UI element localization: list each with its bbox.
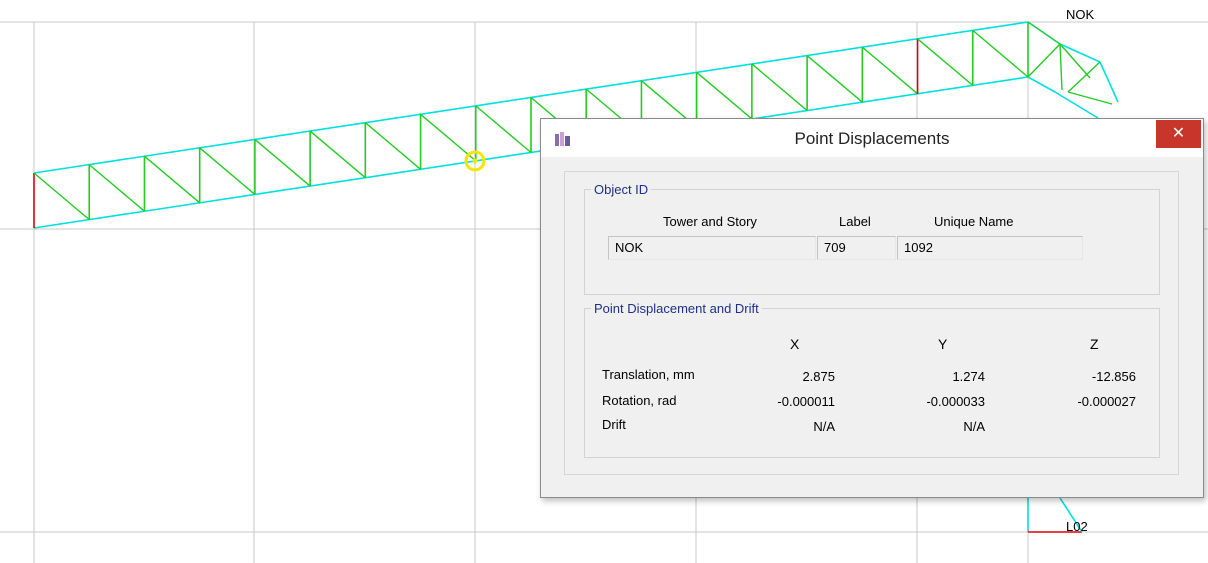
side-chord[interactable]: [1059, 43, 1101, 63]
truss-diagonal[interactable]: [806, 55, 863, 103]
header-unique-name: Unique Name: [934, 214, 1014, 229]
truss-diagonal[interactable]: [696, 71, 753, 120]
translation-z-value: -12.856: [1091, 369, 1136, 384]
truss-diagonal[interactable]: [33, 172, 90, 221]
header-label: Label: [839, 214, 871, 229]
row-label-drift: Drift: [602, 417, 626, 432]
side-web[interactable]: [1059, 43, 1091, 79]
displacement-legend: Point Displacement and Drift: [594, 301, 759, 316]
story-label-bottom: L02: [1066, 519, 1088, 534]
dialog-client-area: Object ID Tower and Story Label Unique N…: [564, 171, 1179, 475]
truss-diagonal[interactable]: [972, 29, 1029, 78]
side-web[interactable]: [1027, 21, 1061, 45]
truss-diagonal[interactable]: [309, 130, 366, 179]
drift-y-value: N/A: [963, 419, 985, 434]
header-tower-story: Tower and Story: [663, 214, 757, 229]
axis-y-header: Y: [938, 336, 948, 352]
truss-diagonal[interactable]: [861, 46, 919, 95]
rotation-z-value: -0.000027: [1077, 394, 1136, 409]
label-field: 709: [817, 236, 896, 260]
row-label-translation: Translation, mm: [602, 367, 695, 382]
side-web[interactable]: [1067, 91, 1113, 105]
close-icon: ✕: [1171, 125, 1186, 142]
truss-diagonal[interactable]: [475, 105, 532, 154]
side-web[interactable]: [1059, 43, 1063, 91]
dialog-title-bar[interactable]: Point Displacements ✕: [541, 119, 1203, 157]
point-displacements-dialog[interactable]: Point Displacements ✕ Object ID Tower an…: [540, 118, 1204, 498]
row-label-rotation: Rotation, rad: [602, 393, 677, 408]
rotation-y-value: -0.000033: [926, 394, 985, 409]
rotation-x-value: -0.000011: [777, 394, 835, 409]
truss-diagonal[interactable]: [254, 138, 311, 187]
truss-diagonal[interactable]: [143, 155, 201, 204]
drift-x-value: N/A: [813, 419, 835, 434]
close-button[interactable]: ✕: [1156, 120, 1201, 148]
dialog-title: Point Displacements: [794, 129, 950, 148]
translation-x-value: 2.875: [802, 369, 835, 384]
tower-story-field: NOK: [608, 236, 816, 260]
side-web[interactable]: [1067, 61, 1101, 93]
object-id-legend: Object ID: [594, 182, 649, 197]
axis-x-header: X: [790, 336, 800, 352]
side-chord[interactable]: [1099, 61, 1119, 103]
truss-diagonal[interactable]: [364, 122, 422, 170]
side-chord[interactable]: [1027, 76, 1056, 93]
truss-diagonal[interactable]: [751, 63, 808, 112]
side-web[interactable]: [1027, 43, 1061, 78]
selected-joint-center: [472, 158, 478, 164]
axis-z-header: Z: [1090, 336, 1099, 352]
truss-diagonal[interactable]: [917, 38, 974, 86]
unique-name-field: 1092: [897, 236, 1083, 260]
translation-y-value: 1.274: [952, 369, 985, 384]
truss-diagonal[interactable]: [199, 147, 256, 195]
story-label-top: NOK: [1066, 7, 1095, 22]
side-chord[interactable]: [1054, 91, 1099, 119]
truss-diagonal[interactable]: [88, 164, 145, 212]
